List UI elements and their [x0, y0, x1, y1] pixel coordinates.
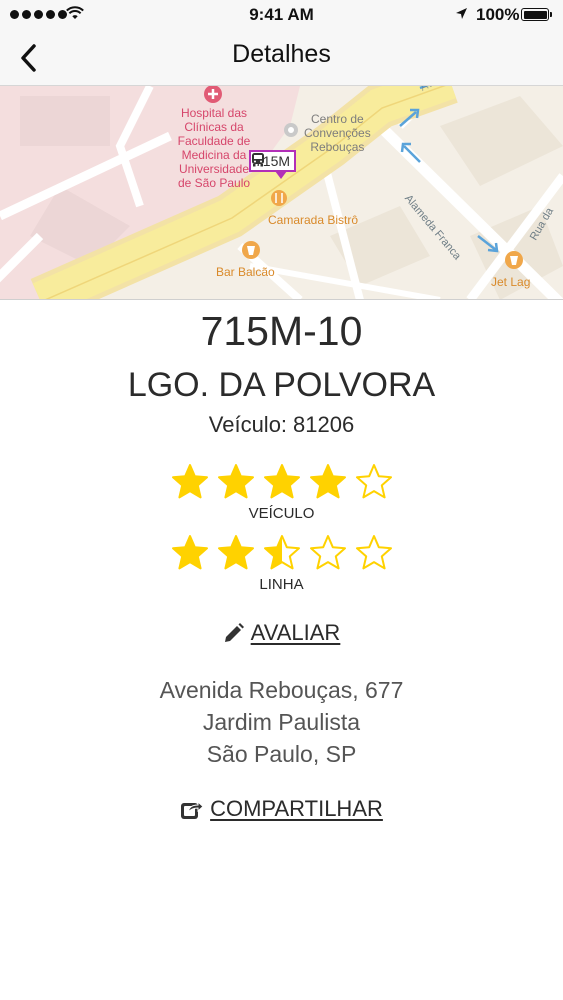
line-rating-star-icon [310, 535, 346, 570]
line-rating-star-icon [172, 535, 208, 570]
vehicle-number: 81206 [293, 412, 355, 437]
vehicle-info: Veículo: 81206 [0, 412, 563, 438]
share-button[interactable]: COMPARTILHAR [0, 796, 563, 822]
map-label-restaurant: Bar Balcão [216, 265, 275, 279]
vehicle-rating-label: VEÍCULO [248, 505, 315, 522]
address-line-3: São Paulo, SP [206, 741, 357, 767]
vehicle-rating-star-icon [356, 464, 392, 499]
map-label-hospital: Hospital das Clínicas da Faculdade de Me… [177, 106, 251, 190]
vehicle-label: Veículo: [208, 412, 288, 437]
map-label-convention-center: Centro de Convenções Rebouças [304, 112, 371, 154]
map-background [0, 86, 563, 299]
route-code: 715M-10 [200, 308, 363, 354]
page-title: Detalhes [232, 40, 331, 68]
map-label-restaurant: Jet Lag [491, 275, 531, 289]
destination: LGO. DA POLVORA [127, 366, 436, 404]
rate-button[interactable]: AVALIAR [0, 620, 563, 646]
address-line-2: Jardim Paulista [202, 709, 361, 735]
map-label-restaurant: Camarada Bistrô [268, 213, 359, 227]
vehicle-rating-star-icon [264, 464, 300, 499]
battery-icon [521, 8, 552, 21]
map-view[interactable]: Hospital das Clínicas da Faculdade de Me… [0, 86, 563, 300]
location-arrow-icon [456, 8, 467, 19]
share-icon [181, 800, 204, 819]
line-rating-star-icon [356, 535, 392, 570]
vehicle-rating-star-icon [172, 464, 208, 499]
rate-label: AVALIAR [250, 620, 341, 645]
share-label: COMPARTILHAR [210, 796, 383, 821]
line-rating-stars [171, 534, 393, 574]
navigation-bar: Detalhes [0, 30, 563, 86]
address-line-1: Avenida Rebouças, 677 [159, 677, 404, 703]
line-rating-star-icon [218, 535, 254, 570]
battery-percent: 100% [476, 5, 520, 24]
status-bar: 9:41 AM 100% [0, 0, 563, 30]
line-rating-label: LINHA [259, 576, 304, 593]
vehicle-rating-star-icon [218, 464, 254, 499]
pencil-icon [224, 623, 244, 642]
bus-location-marker[interactable]: 715M [249, 150, 297, 179]
address: Avenida Rebouças, 677 Jardim Paulista Sã… [0, 674, 563, 770]
vehicle-rating-star-icon [310, 464, 346, 499]
vehicle-rating-stars [171, 463, 393, 503]
bus-icon [252, 153, 264, 167]
line-rating-star-icon [264, 535, 300, 570]
